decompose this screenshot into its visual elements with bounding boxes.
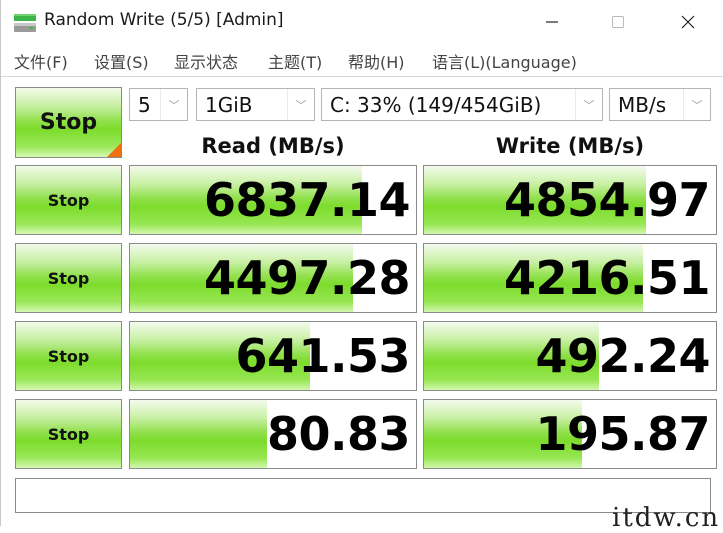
write-column-header: Write (MB/s): [495, 134, 645, 158]
menu-file[interactable]: 文件(F): [14, 49, 68, 73]
read-value: 641.53: [235, 329, 410, 383]
menu-help[interactable]: 帮助(H): [348, 49, 405, 73]
row-2-read-result: 4497.28: [129, 243, 417, 313]
read-value: 6837.14: [203, 173, 411, 227]
row-2-stop-button[interactable]: Stop: [15, 243, 122, 313]
write-value: 4216.51: [503, 251, 711, 305]
minimize-icon: [546, 21, 558, 23]
test-size-select[interactable]: 1GiB ﹀: [196, 88, 315, 121]
drive-select[interactable]: C: 33% (149/454GiB) ﹀: [321, 88, 603, 121]
corner-indicator: [107, 143, 121, 157]
window-title: Random Write (5/5) [Admin]: [44, 10, 284, 30]
close-button[interactable]: [665, 0, 711, 44]
unit-value: MB/s: [618, 92, 667, 117]
maximize-button[interactable]: [595, 0, 641, 44]
row-4-write-result: 195.87: [423, 399, 717, 469]
chevron-down-icon: ﹀: [287, 89, 314, 120]
chevron-down-icon: ﹀: [575, 89, 602, 120]
menu-bar: 文件(F) 设置(S) 显示状态 主题(T) 帮助(H) 语言(L)(Langu…: [1, 44, 723, 77]
stop-all-label: Stop: [39, 110, 98, 135]
stop-label: Stop: [47, 424, 90, 444]
read-value: 80.83: [266, 407, 411, 461]
write-value: 195.87: [535, 407, 710, 461]
row-4-read-result: 80.83: [129, 399, 417, 469]
stop-label: Stop: [47, 190, 90, 210]
comment-field[interactable]: [15, 478, 711, 513]
menu-display-status[interactable]: 显示状态: [174, 49, 238, 73]
drive-value: C: 33% (149/454GiB): [330, 92, 542, 117]
unit-select[interactable]: MB/s ﹀: [609, 88, 711, 121]
row-4-stop-button[interactable]: Stop: [15, 399, 122, 469]
disk-drive-icon: [14, 14, 36, 32]
test-size-value: 1GiB: [205, 92, 253, 117]
minimize-button[interactable]: [529, 0, 575, 44]
test-count-select[interactable]: 5 ﹀: [129, 88, 188, 121]
menu-language[interactable]: 语言(L)(Language): [432, 49, 577, 73]
chevron-down-icon: ﹀: [160, 89, 187, 120]
test-count-value: 5: [138, 92, 151, 117]
row-3-read-result: 641.53: [129, 321, 417, 391]
maximize-icon: [612, 16, 624, 28]
watermark-text: itdw.cn: [612, 503, 721, 533]
row-1-write-result: 4854.97: [423, 165, 717, 235]
close-icon: [681, 15, 695, 29]
row-2-write-result: 4216.51: [423, 243, 717, 313]
read-value: 4497.28: [203, 251, 411, 305]
title-bar: Random Write (5/5) [Admin]: [1, 0, 723, 44]
row-1-stop-button[interactable]: Stop: [15, 165, 122, 235]
row-3-write-result: 492.24: [423, 321, 717, 391]
row-1-read-result: 6837.14: [129, 165, 417, 235]
menu-settings[interactable]: 设置(S): [94, 49, 149, 73]
write-value: 4854.97: [503, 173, 711, 227]
menu-theme[interactable]: 主题(T): [268, 49, 322, 73]
stop-label: Stop: [47, 268, 90, 288]
row-3-stop-button[interactable]: Stop: [15, 321, 122, 391]
write-value: 492.24: [535, 329, 710, 383]
chevron-down-icon: ﹀: [683, 89, 710, 120]
stop-all-button[interactable]: Stop: [15, 87, 122, 158]
app-window: Random Write (5/5) [Admin] 文件(F) 设置(S) 显…: [0, 0, 723, 526]
read-bar: [130, 400, 268, 468]
read-column-header: Read (MB/s): [201, 134, 345, 158]
stop-label: Stop: [47, 346, 90, 366]
